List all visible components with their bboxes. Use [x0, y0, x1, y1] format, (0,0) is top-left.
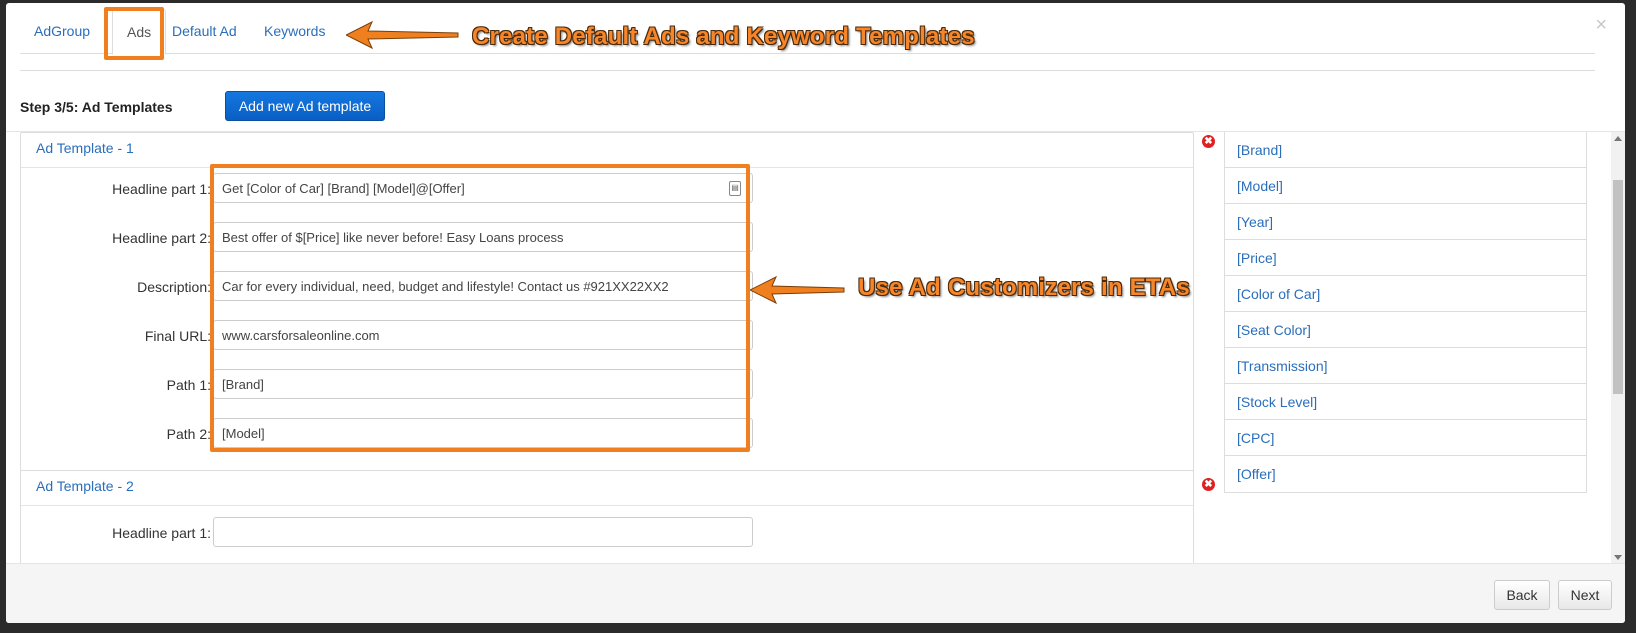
delete-template-icon[interactable]: ✖ — [1202, 135, 1215, 148]
customizer-item[interactable]: [CPC] — [1225, 420, 1586, 456]
annotation-tabs-note: Create Default Ads and Keyword Templates — [472, 23, 975, 50]
scroll-thumb[interactable] — [1613, 180, 1623, 394]
ad-templates-dialog: × AdGroup Ads Default Ad Keywords Create… — [6, 3, 1625, 623]
vertical-scrollbar[interactable] — [1611, 132, 1625, 564]
arrow-left-icon — [750, 275, 845, 305]
field-label: Path 1: — [166, 377, 211, 393]
step-title: Step 3/5: Ad Templates — [20, 99, 173, 115]
form-highlight — [210, 164, 750, 452]
customizer-item[interactable]: [Color of Car] — [1225, 276, 1586, 312]
customizer-list: [Brand] [Model] [Year] [Price] [Color of… — [1224, 132, 1587, 493]
customizer-item[interactable]: [Model] — [1225, 168, 1586, 204]
ads-tab-highlight — [104, 7, 164, 60]
add-ad-template-button[interactable]: Add new Ad template — [225, 91, 385, 121]
annotation-form-note: Use Ad Customizers in ETAs — [858, 274, 1190, 301]
headline-1-input[interactable] — [213, 517, 753, 547]
delete-template-icon[interactable]: ✖ — [1202, 478, 1215, 491]
field-label: Final URL: — [144, 328, 211, 344]
tab-keywords[interactable]: Keywords — [250, 9, 339, 53]
customizer-item[interactable]: [Brand] — [1225, 132, 1586, 168]
scroll-down-icon[interactable] — [1614, 555, 1622, 560]
arrow-left-icon — [346, 20, 459, 50]
templates-scroll-area[interactable]: Ad Template - 1 Headline part 1: ▤ Headl… — [6, 131, 1625, 564]
customizer-item[interactable]: [Stock Level] — [1225, 384, 1586, 420]
divider — [20, 70, 1595, 71]
field-label: Headline part 1: — [112, 525, 211, 541]
ad-template-panel-2: Ad Template - 2 Headline part 1: — [20, 470, 1194, 564]
close-icon[interactable]: × — [1595, 15, 1607, 35]
field-label: Path 2: — [166, 426, 211, 442]
scroll-up-icon[interactable] — [1614, 136, 1622, 141]
ad-template-title[interactable]: Ad Template - 1 — [21, 133, 1193, 168]
customizer-item[interactable]: [Price] — [1225, 240, 1586, 276]
ad-template-title[interactable]: Ad Template - 2 — [21, 471, 1193, 506]
back-button[interactable]: Back — [1494, 580, 1550, 610]
field-headline-1: Headline part 1: — [21, 515, 781, 551]
tab-adgroup[interactable]: AdGroup — [20, 9, 104, 53]
field-label: Description: — [137, 279, 211, 295]
field-label: Headline part 1: — [112, 181, 211, 197]
dialog-footer: Back Next — [6, 563, 1625, 623]
customizer-item[interactable]: [Transmission] — [1225, 348, 1586, 384]
customizer-item[interactable]: [Seat Color] — [1225, 312, 1586, 348]
customizer-item[interactable]: [Offer] — [1225, 456, 1586, 492]
customizer-item[interactable]: [Year] — [1225, 204, 1586, 240]
next-button[interactable]: Next — [1558, 580, 1612, 610]
tab-default-ad[interactable]: Default Ad — [158, 9, 251, 53]
field-label: Headline part 2: — [112, 230, 211, 246]
